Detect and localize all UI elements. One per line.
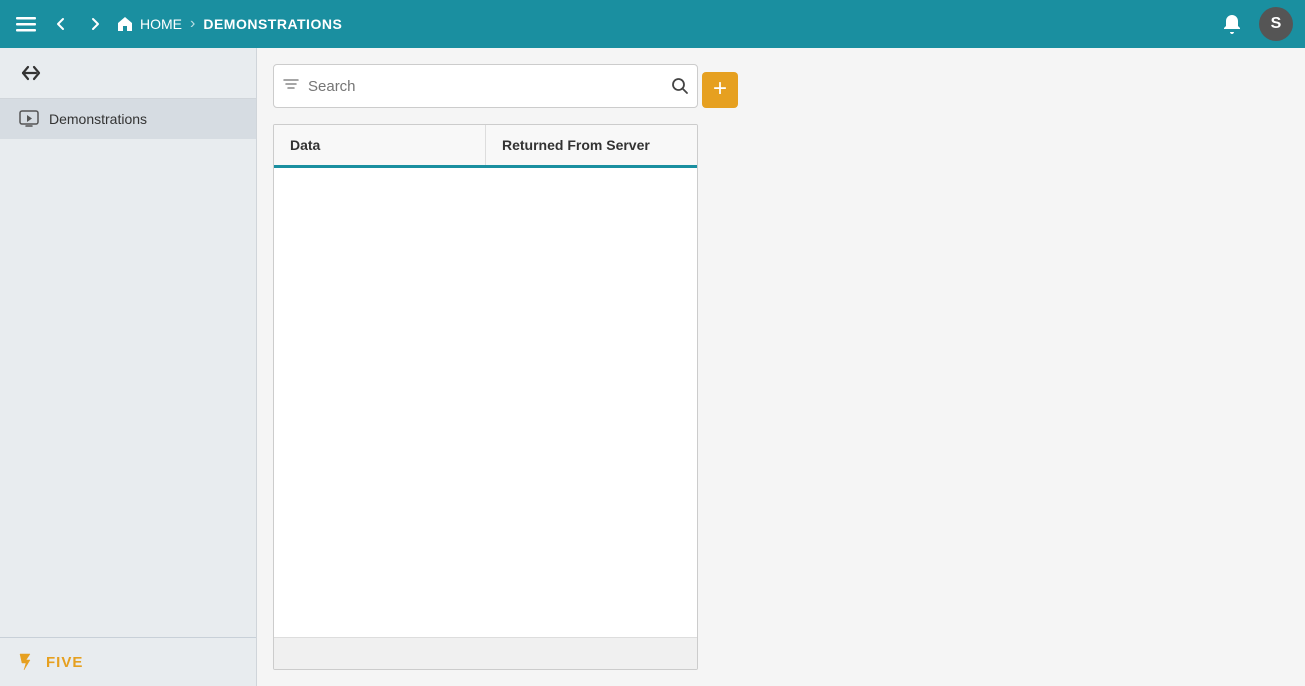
back-button[interactable]	[48, 11, 74, 37]
sidebar: Demonstrations FIVE	[0, 48, 257, 686]
home-link[interactable]: HOME	[116, 15, 182, 33]
table-header: Data Returned From Server	[274, 125, 697, 168]
sidebar-item-demonstrations[interactable]: Demonstrations	[0, 99, 256, 139]
back-arrow-icon	[52, 15, 70, 33]
topbar: HOME › DEMONSTRATIONS S	[0, 0, 1305, 48]
five-logo: FIVE	[16, 650, 240, 674]
monitor-play-icon	[19, 109, 39, 129]
table-footer	[274, 637, 697, 669]
plus-icon: +	[713, 77, 727, 101]
menu-button[interactable]	[12, 10, 40, 38]
search-bar	[273, 64, 698, 108]
search-button[interactable]	[671, 77, 689, 95]
bell-icon	[1221, 13, 1243, 35]
table-body	[274, 168, 697, 637]
forward-button[interactable]	[82, 11, 108, 37]
sidebar-item-label: Demonstrations	[49, 111, 147, 127]
search-icon	[671, 77, 689, 95]
content-area: + Data Returned From Server	[257, 48, 1305, 686]
home-label: HOME	[140, 16, 182, 32]
main-layout: Demonstrations FIVE	[0, 48, 1305, 686]
column-returned: Returned From Server	[486, 125, 697, 165]
sidebar-toggle-row	[0, 48, 256, 99]
five-logo-icon	[16, 650, 40, 674]
breadcrumb-current: DEMONSTRATIONS	[203, 16, 342, 32]
notification-button[interactable]	[1217, 9, 1247, 39]
forward-arrow-icon	[86, 15, 104, 33]
add-button[interactable]: +	[702, 72, 738, 108]
avatar[interactable]: S	[1259, 7, 1293, 41]
toggle-arrows-icon	[20, 64, 42, 82]
hamburger-icon	[16, 14, 36, 34]
filter-icon	[282, 75, 300, 98]
breadcrumb-separator: ›	[190, 15, 195, 33]
search-row: +	[273, 64, 1289, 116]
search-input[interactable]	[308, 78, 663, 95]
sidebar-nav: Demonstrations	[0, 99, 256, 637]
sidebar-toggle-button[interactable]	[16, 60, 46, 86]
topbar-right: S	[1217, 7, 1293, 41]
logo-text: FIVE	[46, 654, 83, 671]
home-icon	[116, 15, 134, 33]
column-data: Data	[274, 125, 486, 165]
sidebar-bottom: FIVE	[0, 637, 256, 686]
data-table: Data Returned From Server	[273, 124, 698, 670]
topbar-left: HOME › DEMONSTRATIONS	[12, 10, 1209, 38]
